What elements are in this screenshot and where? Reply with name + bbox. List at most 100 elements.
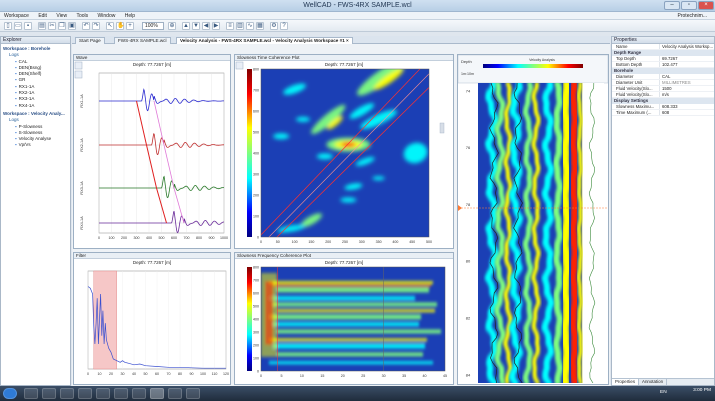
tab-properties[interactable]: Properties bbox=[612, 379, 640, 385]
coherence-band[interactable] bbox=[269, 338, 427, 342]
log-color-scale bbox=[483, 64, 583, 68]
property-value[interactable]: 608.333 bbox=[660, 104, 714, 109]
zoom-in-icon[interactable]: + bbox=[126, 22, 134, 30]
splitter-handle[interactable] bbox=[439, 122, 445, 134]
clock[interactable]: 3:00 PM bbox=[693, 388, 711, 394]
taskbar-app-icon[interactable] bbox=[114, 388, 128, 399]
coherence-band[interactable] bbox=[269, 314, 421, 320]
coherence-peak[interactable] bbox=[316, 153, 333, 160]
property-value[interactable]: 608 bbox=[660, 110, 714, 115]
tab-fws-sample[interactable]: FWS-4RX SAMPLE.wcl bbox=[114, 37, 171, 44]
sfc-plot[interactable]: 800 700 600 500 400 300 200 100 00 5 10 15 20 25 30 35 4… bbox=[235, 259, 453, 384]
property-value[interactable]: MILLIMETRES bbox=[660, 80, 714, 85]
property-value[interactable]: 1500 bbox=[660, 86, 714, 91]
taskbar-app-icon[interactable] bbox=[78, 388, 92, 399]
stc-plot[interactable]: 800 700 600 500 400 300 200 100 00 50 100 150 200 250… bbox=[235, 61, 453, 248]
table-icon[interactable]: ▦ bbox=[256, 22, 264, 30]
cut-icon[interactable]: ✂ bbox=[48, 22, 56, 30]
tab-start-page[interactable]: Start Page bbox=[75, 37, 105, 44]
coherence-band[interactable] bbox=[273, 343, 425, 349]
arrow-down-icon[interactable]: ▼ bbox=[192, 22, 200, 30]
menu-help[interactable]: Help bbox=[121, 12, 139, 20]
property-value[interactable]: 102.477 bbox=[660, 62, 714, 67]
coherence-band[interactable] bbox=[277, 329, 441, 334]
print-icon[interactable]: ▤ bbox=[38, 22, 46, 30]
close-icon[interactable]: × bbox=[346, 38, 349, 43]
coherence-band[interactable] bbox=[277, 287, 429, 293]
explorer-tree: Workspace : Borehole Logs CAL DEN(Bsng) … bbox=[1, 44, 70, 149]
arrow-up-icon[interactable]: ▲ bbox=[182, 22, 190, 30]
coherence-band[interactable] bbox=[273, 284, 431, 287]
filter-plot[interactable]: 0 10 20 30 40 50 60 70 80 90 100 110 120 bbox=[74, 259, 230, 384]
menu-edit[interactable]: Edit bbox=[34, 12, 51, 20]
arrow-left-icon[interactable]: ◀ bbox=[202, 22, 210, 30]
tab-annotation[interactable]: Annotation bbox=[639, 379, 668, 385]
tab-velocity-analysis[interactable]: Velocity Analysis - FWS-4RX SAMPLE.wcl -… bbox=[176, 37, 353, 44]
insert-track-icon[interactable]: ▥ bbox=[236, 22, 244, 30]
coherence-band[interactable] bbox=[269, 296, 415, 301]
taskbar-app-icon[interactable] bbox=[168, 388, 182, 399]
save-icon[interactable]: ▪ bbox=[24, 22, 32, 30]
menu-workspace[interactable]: Workspace bbox=[0, 12, 33, 20]
menu-window[interactable]: Window bbox=[94, 12, 120, 20]
close-button[interactable]: × bbox=[698, 1, 714, 10]
coherence-band[interactable] bbox=[277, 352, 423, 357]
help-icon[interactable]: ? bbox=[280, 22, 288, 30]
language-indicator[interactable]: EN bbox=[660, 390, 667, 395]
depth-cursor-marker[interactable] bbox=[458, 205, 462, 211]
vda-band[interactable] bbox=[560, 83, 572, 383]
paste-icon[interactable]: ▣ bbox=[68, 22, 76, 30]
tree-log-item[interactable]: RX4-1A bbox=[3, 103, 70, 109]
coherence-peak[interactable] bbox=[372, 176, 385, 181]
coherence-band[interactable] bbox=[265, 281, 273, 345]
log-plot[interactable]: Depth 1m:10m Velocity Analysis 74 76 78 80 8… bbox=[458, 55, 608, 384]
zoom-tool-icon[interactable] bbox=[74, 70, 83, 79]
menu-tools[interactable]: Tools bbox=[72, 12, 92, 20]
pointer-tool-icon[interactable] bbox=[235, 61, 244, 70]
coherence-peak[interactable] bbox=[296, 116, 310, 122]
property-value[interactable]: 69.7267 bbox=[660, 56, 714, 61]
start-button[interactable] bbox=[3, 388, 17, 399]
taskbar-app-icon[interactable] bbox=[96, 388, 110, 399]
wave-plot[interactable]: 0 100 200 300 400 500 600 700 800 900 1000 RX1-1A RX… bbox=[74, 61, 230, 248]
tree-log-item[interactable]: Vp/Vs bbox=[3, 142, 70, 148]
minimize-button[interactable]: – bbox=[664, 1, 680, 10]
settings-icon[interactable]: ⚙ bbox=[270, 22, 278, 30]
hand-icon[interactable]: ✋ bbox=[116, 22, 124, 30]
taskbar-app-icon[interactable] bbox=[24, 388, 38, 399]
undo-icon[interactable]: ↶ bbox=[82, 22, 90, 30]
coherence-peak[interactable] bbox=[340, 197, 357, 203]
menu-view[interactable]: View bbox=[52, 12, 71, 20]
taskbar-app-icon[interactable] bbox=[42, 388, 56, 399]
taskbar-app-icon[interactable] bbox=[132, 388, 146, 399]
copy-icon[interactable]: ❐ bbox=[58, 22, 66, 30]
coherence-band[interactable] bbox=[277, 309, 435, 313]
coherence-band[interactable] bbox=[273, 302, 437, 307]
property-value[interactable]: CAL bbox=[660, 74, 714, 79]
open-icon[interactable]: ▭ bbox=[14, 22, 22, 30]
maximize-button[interactable]: ▫ bbox=[681, 1, 697, 10]
taskbar-wellcad-icon[interactable] bbox=[150, 388, 164, 399]
redo-icon[interactable]: ↷ bbox=[92, 22, 100, 30]
coherence-band[interactable] bbox=[269, 281, 433, 285]
arrow-right-icon[interactable]: ▶ bbox=[212, 22, 220, 30]
pointer-tool-icon[interactable] bbox=[74, 61, 83, 70]
property-value[interactable]: m/s bbox=[660, 92, 714, 97]
new-icon[interactable]: ▯ bbox=[4, 22, 12, 30]
bandpass-window[interactable] bbox=[93, 270, 117, 370]
coherence-band[interactable] bbox=[273, 322, 419, 327]
vda-band[interactable] bbox=[569, 83, 580, 383]
zoom-select[interactable]: 100% bbox=[142, 22, 164, 30]
property-row[interactable]: Time Maximum (... 608 bbox=[612, 110, 714, 116]
insert-log-icon[interactable]: ≡ bbox=[226, 22, 234, 30]
vda-band[interactable] bbox=[576, 83, 584, 383]
chart-icon[interactable]: ∿ bbox=[246, 22, 254, 30]
taskbar-app-icon[interactable] bbox=[186, 388, 200, 399]
coherence-peak[interactable] bbox=[273, 133, 290, 140]
pointer-icon[interactable]: ↖ bbox=[106, 22, 114, 30]
zoom-fit-icon[interactable]: ⊕ bbox=[168, 22, 176, 30]
coherence-band[interactable] bbox=[269, 361, 433, 365]
taskbar-app-icon[interactable] bbox=[60, 388, 74, 399]
coherence-peak[interactable] bbox=[341, 142, 356, 148]
property-value[interactable]: Velocity Analysis Worksp... bbox=[660, 44, 714, 49]
